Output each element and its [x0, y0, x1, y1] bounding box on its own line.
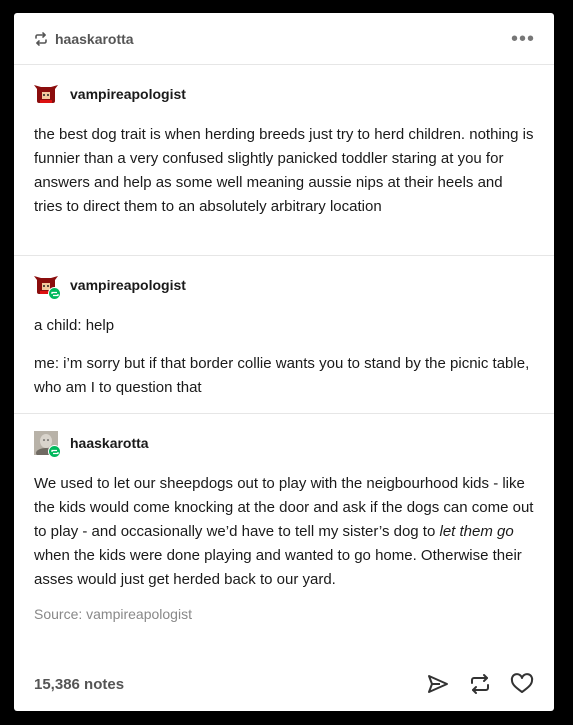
share-icon[interactable]	[426, 672, 450, 696]
ellipsis-icon[interactable]: •••	[511, 29, 535, 49]
user-row: haaskarotta	[34, 430, 534, 458]
reblogger-name[interactable]: haaskarotta	[55, 31, 511, 47]
text-run: when the kids were done playing and want…	[34, 547, 522, 588]
source-link[interactable]: Source: vampireapologist	[14, 606, 554, 622]
post-body: a child: help me: i’m sorry but if that …	[34, 314, 534, 400]
like-icon[interactable]	[510, 672, 534, 696]
post-body: We used to let our sheepdogs out to play…	[34, 472, 534, 592]
reblog-entry: vampireapologist a child: help me: i’m s…	[14, 256, 554, 414]
avatar[interactable]	[34, 431, 61, 458]
reblog-badge-icon	[48, 445, 61, 458]
post-paragraph: a child: help	[34, 317, 115, 334]
user-row: vampireapologist	[34, 81, 534, 107]
post-header: haaskarotta •••	[14, 13, 554, 65]
username[interactable]: haaskarotta	[70, 435, 149, 451]
post-paragraph: the best dog trait is when herding breed…	[34, 126, 534, 215]
italic-text: let them go	[439, 523, 514, 540]
reblog-entry: haaskarotta We used to let our sheepdogs…	[14, 414, 554, 592]
post-actions	[426, 672, 534, 696]
username[interactable]: vampireapologist	[70, 86, 186, 102]
user-row: vampireapologist	[34, 272, 534, 300]
avatar[interactable]	[34, 82, 58, 106]
post-card: haaskarotta ••• vampireapologist the bes…	[14, 13, 554, 711]
post-paragraph: me: i’m sorry but if that border collie …	[34, 355, 530, 396]
reblog-small-icon	[33, 31, 49, 47]
reblog-badge-icon	[48, 287, 61, 300]
reblog-icon[interactable]	[468, 672, 492, 696]
post-footer: 15,386 notes	[14, 657, 554, 711]
reblog-entry: vampireapologist the best dog trait is w…	[14, 65, 554, 256]
username[interactable]: vampireapologist	[70, 277, 186, 293]
post-paragraph: We used to let our sheepdogs out to play…	[34, 472, 534, 592]
post-body: the best dog trait is when herding breed…	[34, 123, 534, 219]
avatar[interactable]	[34, 273, 61, 300]
notes-count[interactable]: 15,386 notes	[34, 676, 426, 693]
